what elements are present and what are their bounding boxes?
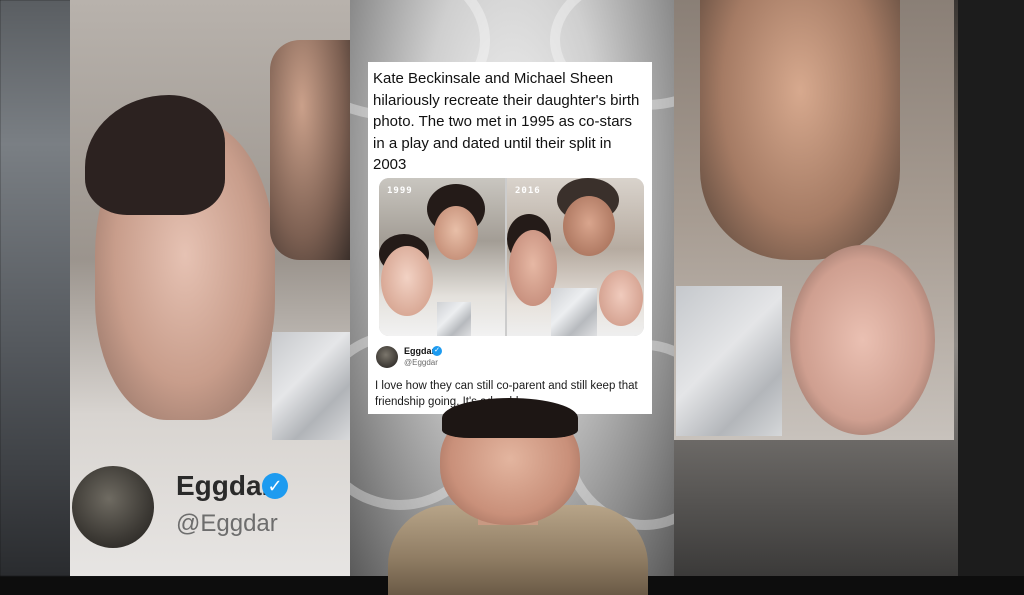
man-face: [563, 196, 615, 256]
background-girl-face: [790, 245, 935, 435]
background-verified-icon: ✓: [262, 473, 288, 499]
post-photo[interactable]: 1999 2016: [379, 178, 644, 336]
post-text: Kate Beckinsale and Michael Sheen hilari…: [373, 70, 640, 173]
check-badge-icon: ✓: [432, 346, 442, 356]
girl-face: [599, 270, 643, 326]
woman-face: [381, 246, 433, 316]
background-avatar: [72, 466, 154, 548]
man-face: [434, 206, 478, 260]
background-author-name: Eggdar: [176, 470, 273, 501]
background-edge: [958, 0, 1024, 576]
blur-patch: [551, 288, 597, 336]
background-man-face: [700, 0, 900, 260]
author-name[interactable]: Eggdar: [404, 346, 435, 356]
background-blur-patch-right: [676, 286, 782, 436]
photo-year-label: 1999: [387, 186, 413, 196]
woman-face: [509, 230, 557, 306]
background-blur-patch: [272, 332, 350, 440]
photo-1999: 1999: [379, 178, 505, 336]
photo-year-label: 2016: [515, 186, 541, 196]
author-handle[interactable]: @Eggdar: [404, 358, 438, 367]
background-man: [270, 40, 350, 260]
presenter-hair: [442, 398, 578, 438]
author-avatar[interactable]: [376, 346, 398, 368]
background-author-handle: @Eggdar: [176, 510, 278, 537]
blur-patch: [437, 302, 471, 336]
photo-2016: 2016: [507, 178, 644, 336]
